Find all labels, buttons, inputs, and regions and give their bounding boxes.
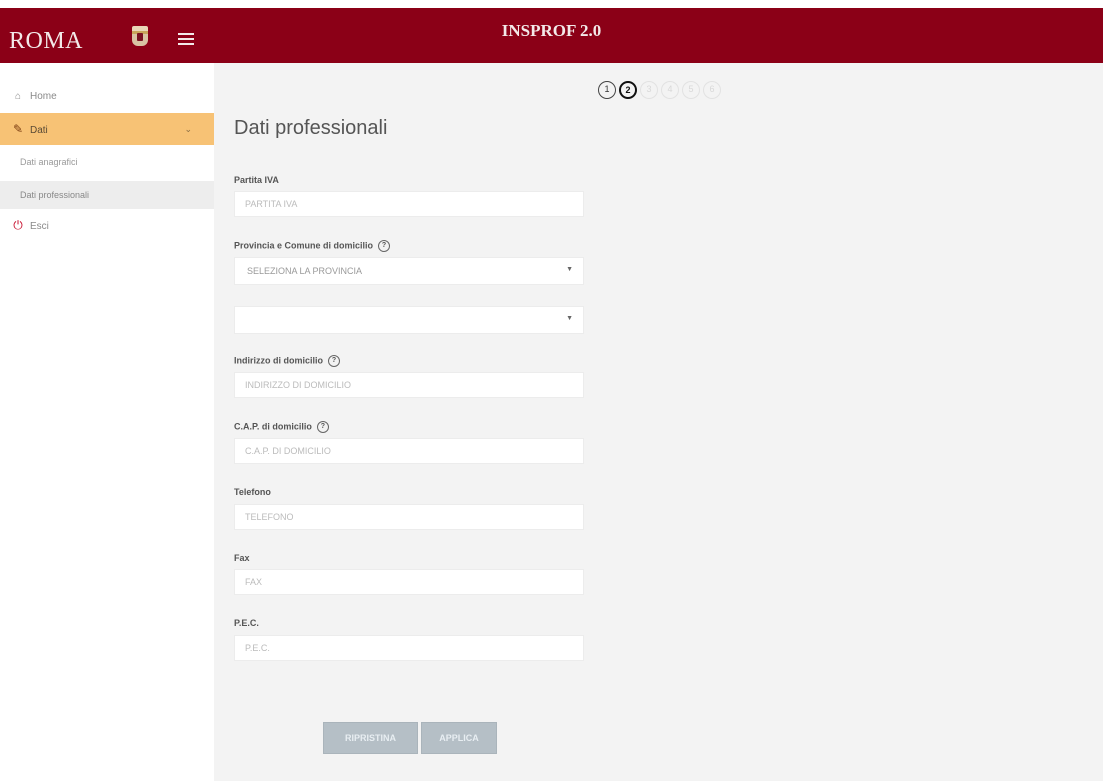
edit-icon: ✎: [12, 122, 24, 136]
reset-button[interactable]: RIPRISTINA: [323, 722, 418, 754]
help-icon[interactable]: ?: [328, 355, 340, 367]
step-2: 2: [619, 81, 637, 99]
telefono-label: Telefono: [234, 487, 271, 497]
sidebar-item-dati[interactable]: ✎ Dati ⌄: [0, 113, 214, 145]
comune-select[interactable]: ▼: [234, 306, 584, 334]
page-title: Dati professionali: [234, 117, 388, 139]
main-content: 1 2 3 4 5 6 Dati professionali Partita I…: [214, 63, 1103, 781]
step-4: 4: [661, 81, 679, 99]
top-bar: ROMA INSPROF 2.0: [0, 8, 1103, 63]
sidebar-item-dati-label: Dati: [30, 125, 48, 136]
indirizzo-label-text: Indirizzo di domicilio: [234, 355, 323, 366]
help-icon[interactable]: ?: [316, 421, 329, 433]
dropdown-arrow-icon: ▼: [566, 315, 573, 322]
pec-label: P.E.C.: [234, 618, 259, 628]
step-6: 6: [703, 81, 721, 99]
chevron-down-icon: ⌄: [184, 124, 192, 134]
cap-input[interactable]: [234, 438, 584, 464]
provincia-label: Provincia e Comune di domicilio?: [234, 240, 391, 252]
pec-input[interactable]: [234, 635, 584, 661]
power-icon: ⏻: [13, 218, 23, 232]
cap-label: C.A.P. di domicilio?: [234, 421, 329, 433]
step-3: 3: [640, 81, 658, 99]
partita-iva-label: Partita IVA: [234, 175, 279, 185]
home-icon: ⌂: [14, 91, 22, 102]
sidebar: ⌂ Home ✎ Dati ⌄ Dati anagrafici Dati profe…: [0, 63, 214, 781]
cap-label-text: C.A.P. di domicilio: [234, 421, 312, 432]
provincia-select-value: SELEZIONA LA PROVINCIA: [247, 266, 363, 276]
step-5: 5: [682, 81, 700, 99]
sidebar-item-dati-anagrafici[interactable]: Dati anagrafici: [0, 149, 214, 175]
fax-input[interactable]: [234, 569, 584, 595]
provincia-select[interactable]: SELEZIONA LA PROVINCIA ▼: [234, 257, 584, 285]
help-icon[interactable]: ?: [378, 240, 391, 252]
sidebar-item-esci-label: Esci: [30, 221, 49, 232]
sidebar-item-esci[interactable]: ⏻ Esci: [0, 215, 214, 235]
dropdown-arrow-icon: ▼: [566, 266, 573, 273]
partita-iva-input[interactable]: [234, 191, 584, 217]
app-title: INSPROF 2.0: [501, 21, 602, 40]
telefono-input[interactable]: [234, 504, 584, 530]
sidebar-item-home-label: Home: [30, 91, 57, 102]
indirizzo-label: Indirizzo di domicilio?: [234, 355, 340, 367]
provincia-label-text: Provincia e Comune di domicilio: [234, 240, 374, 251]
indirizzo-input[interactable]: [234, 372, 584, 398]
sidebar-item-home[interactable]: ⌂ Home: [0, 91, 214, 109]
sidebar-item-dati-professionali[interactable]: Dati professionali: [0, 181, 214, 209]
step-1: 1: [598, 81, 616, 99]
fax-label: Fax: [234, 553, 250, 563]
apply-button[interactable]: APPLICA: [421, 722, 497, 754]
